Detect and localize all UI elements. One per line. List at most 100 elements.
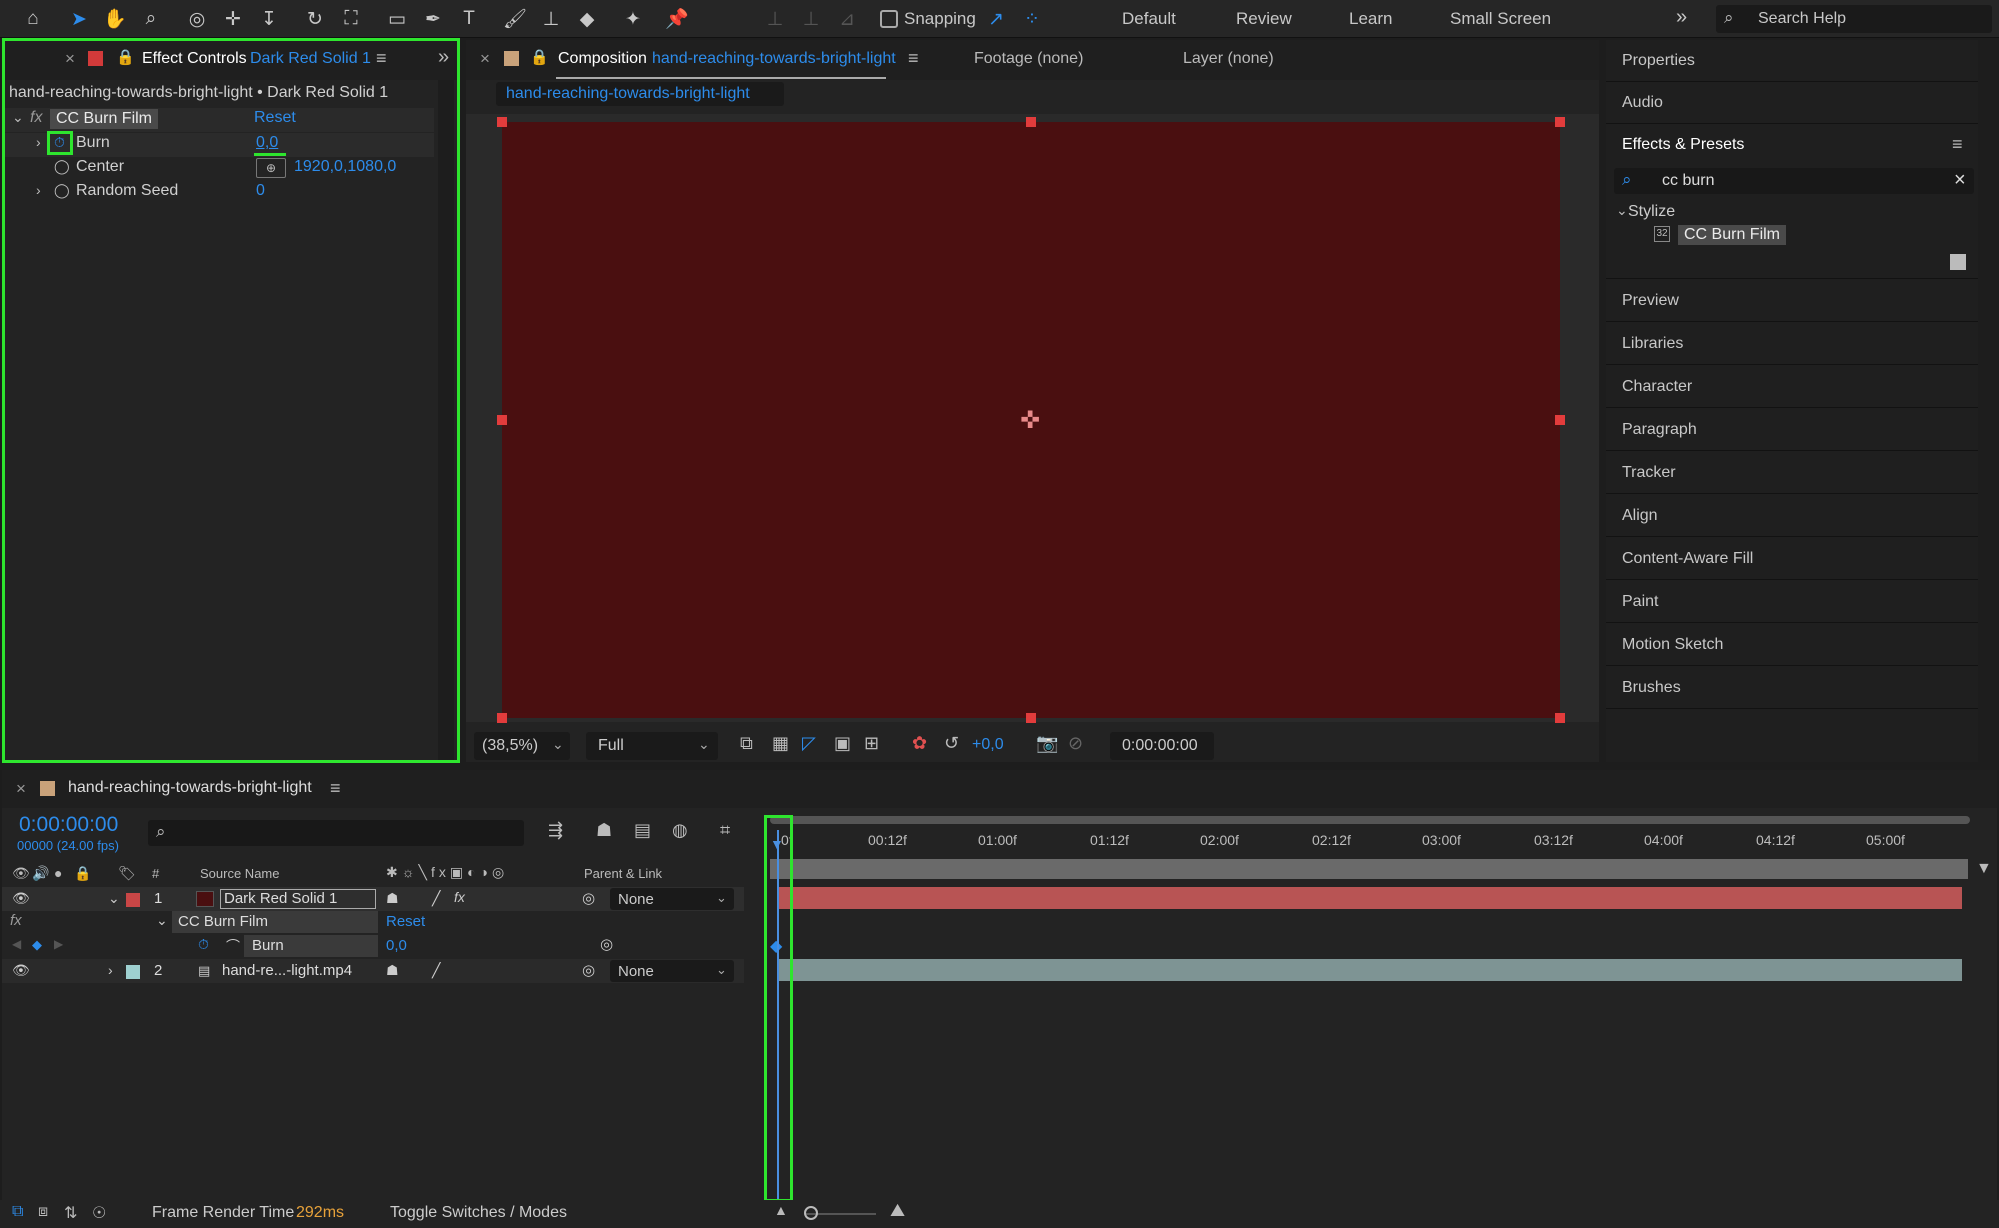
timeline-burn-value[interactable]: 0,0 (386, 937, 407, 954)
brushes-panel-tab[interactable]: Brushes (1606, 667, 1978, 709)
timeline-menu-icon[interactable]: ≡ (330, 778, 341, 799)
layer-1-label-color[interactable] (126, 893, 140, 907)
axis-local-icon[interactable]: ⊥ (760, 4, 790, 34)
dolly-camera-icon[interactable]: ↧ (254, 4, 284, 34)
layer-2-duration-bar[interactable] (778, 959, 1962, 981)
prev-keyframe-icon[interactable]: ◀ (12, 937, 21, 951)
snapping-checkbox[interactable] (880, 10, 898, 28)
center-crosshair-icon[interactable]: ⊕ (256, 158, 286, 178)
burn-stopwatch-icon[interactable]: ⏱ (54, 134, 65, 151)
center-property-value[interactable]: 1920,0,1080,0 (294, 158, 396, 176)
zoom-dropdown[interactable]: (38,5%) ⌄ (474, 732, 570, 760)
layer-1-name[interactable]: Dark Red Solid 1 (220, 889, 376, 909)
rectangle-tool-icon[interactable]: ▭ (382, 4, 412, 34)
reset-exposure-icon[interactable]: ↺ (944, 733, 959, 754)
graph-icon[interactable]: ⌒ (226, 936, 240, 956)
type-tool-icon[interactable]: T (454, 4, 484, 34)
effect-controls-tab-layer[interactable]: Dark Red Solid 1 (250, 50, 371, 68)
layer-switches-icon[interactable]: ⧈ (38, 1203, 48, 1221)
zoom-out-icon[interactable]: ▲ (774, 1202, 788, 1218)
timeline-current-time[interactable]: 0:00:00:00 (19, 813, 118, 837)
orbit-camera-icon[interactable]: ◎ (182, 4, 212, 34)
layer-2-label-color[interactable] (126, 965, 140, 979)
expand-burn-chevron-icon[interactable]: › (36, 134, 41, 150)
layer-2-visibility-icon[interactable]: 👁 (12, 962, 30, 979)
stylize-chevron-down-icon[interactable]: ⌄ (1616, 202, 1628, 219)
graph-editor-icon[interactable]: ⌗ (720, 820, 730, 841)
handle-top-right[interactable] (1555, 117, 1565, 127)
layer-1-quality-switch-icon[interactable]: ╱ (432, 890, 440, 907)
paint-panel-tab[interactable]: Paint (1606, 581, 1978, 623)
layer-1-fx-switch-icon[interactable]: fx (454, 889, 465, 905)
fast-previews-icon[interactable]: ⧉ (740, 733, 753, 754)
snap-features-icon[interactable]: ⁘ (1017, 4, 1047, 34)
layer-2-parent-dropdown[interactable]: None ⌄ (610, 960, 734, 982)
snapshot-camera-icon[interactable]: 📷 (1036, 733, 1058, 754)
region-of-interest-icon[interactable]: ▣ (834, 733, 851, 754)
snap-edges-icon[interactable]: ↗ (981, 4, 1011, 34)
clone-stamp-icon[interactable]: ⊥ (536, 4, 566, 34)
handle-top-center[interactable] (1026, 117, 1036, 127)
axis-world-icon[interactable]: ⊥ (796, 4, 826, 34)
channels-icon[interactable]: ✿ (912, 733, 927, 754)
parent-link-header[interactable]: Parent & Link (584, 866, 662, 881)
content-aware-fill-panel-tab[interactable]: Content-Aware Fill (1606, 538, 1978, 580)
handle-top-left[interactable] (497, 117, 507, 127)
work-area-bar[interactable] (770, 816, 1970, 824)
zoom-in-icon[interactable]: ⛰ (890, 1200, 905, 1221)
next-keyframe-icon[interactable]: ▶ (54, 937, 63, 951)
show-snapshot-icon[interactable]: ⊘ (1068, 733, 1083, 754)
handle-bottom-center[interactable] (1026, 713, 1036, 723)
layer-1-shy-switch-icon[interactable]: ☗ (386, 890, 399, 907)
footage-tab[interactable]: Footage (none) (974, 50, 1083, 68)
libraries-panel-tab[interactable]: Libraries (1606, 323, 1978, 365)
anchor-point-icon[interactable]: ✜ (1020, 406, 1040, 435)
add-keyframe-icon[interactable]: ◆ (32, 937, 42, 953)
character-panel-tab[interactable]: Character (1606, 366, 1978, 408)
zoom-slider-thumb[interactable] (804, 1206, 818, 1220)
handle-bottom-right[interactable] (1555, 713, 1565, 723)
comp-name-chip[interactable]: hand-reaching-towards-bright-light (496, 82, 784, 106)
layer-1-duration-bar[interactable] (778, 887, 1962, 909)
close-tab-icon[interactable]: × (65, 49, 75, 69)
pan-behind-tool-icon[interactable]: ⛶ (336, 4, 366, 34)
roto-brush-icon[interactable]: ✦ (618, 4, 648, 34)
timeline-effect-name[interactable]: CC Burn Film (178, 913, 268, 930)
playhead-handle-icon[interactable]: ▼ (770, 836, 784, 852)
effect-result-cc-burn-film[interactable]: CC Burn Film (1678, 225, 1787, 245)
align-panel-tab[interactable]: Align (1606, 495, 1978, 537)
panel-menu-icon[interactable]: ≡ (376, 48, 387, 69)
layer-1-collapse-chevron-icon[interactable]: ⌄ (108, 890, 120, 907)
layer-2-shy-switch-icon[interactable]: ☗ (386, 962, 399, 979)
handle-bottom-left[interactable] (497, 713, 507, 723)
audio-panel-tab[interactable]: Audio (1606, 82, 1978, 124)
effects-presets-title[interactable]: Effects & Presets (1606, 124, 1978, 166)
comp-panel-menu-icon[interactable]: ≡ (908, 48, 919, 69)
lock-icon[interactable]: 🔒 (116, 48, 135, 66)
rotation-tool-icon[interactable]: ↻ (300, 4, 330, 34)
work-area-range[interactable] (770, 859, 1968, 879)
expand-seed-chevron-icon[interactable]: › (36, 182, 41, 198)
fx-icon[interactable]: fx (30, 109, 42, 127)
frame-blending-icon[interactable]: ▤ (634, 820, 651, 841)
workspace-review[interactable]: Review (1236, 9, 1292, 29)
center-stopwatch-icon[interactable]: ◯ (54, 158, 70, 175)
workspace-small-screen[interactable]: Small Screen (1450, 9, 1551, 29)
shy-layers-icon[interactable]: ☗ (596, 820, 612, 841)
handle-middle-right[interactable] (1555, 415, 1565, 425)
tracker-panel-tab[interactable]: Tracker (1606, 452, 1978, 494)
workspace-learn[interactable]: Learn (1349, 9, 1392, 29)
effect-name-label[interactable]: CC Burn Film (50, 109, 159, 129)
timeline-search-input[interactable]: ⌕ (148, 820, 524, 846)
seed-property-value[interactable]: 0 (256, 182, 265, 200)
close-comp-tab-icon[interactable]: × (480, 49, 490, 69)
layer-2-pickwhip-icon[interactable]: ◎ (582, 961, 595, 979)
layer-1-visibility-icon[interactable]: 👁 (12, 890, 30, 907)
guides-grid-icon[interactable]: ⊞ (864, 733, 879, 754)
properties-panel-tab[interactable]: Properties (1606, 40, 1978, 82)
playhead-line[interactable] (777, 830, 779, 1200)
burn-property-value[interactable]: 0,0 (256, 134, 278, 152)
mask-visibility-icon[interactable]: ◸ (802, 733, 816, 754)
motion-sketch-panel-tab[interactable]: Motion Sketch (1606, 624, 1978, 666)
pan-camera-icon[interactable]: ✛ (218, 4, 248, 34)
